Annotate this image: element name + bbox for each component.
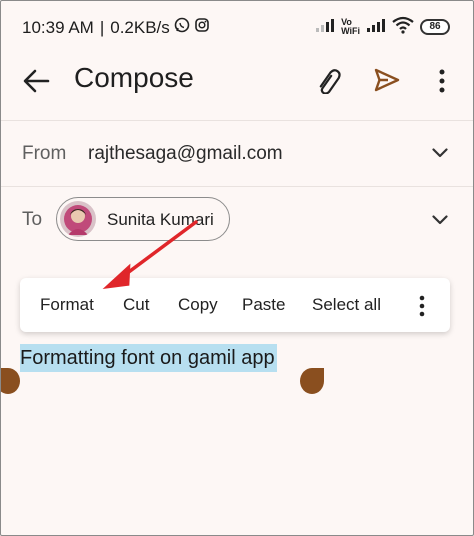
back-button[interactable] bbox=[22, 68, 50, 94]
menu-more-button[interactable] bbox=[417, 295, 427, 317]
selection-handle-start[interactable] bbox=[0, 368, 20, 394]
from-label: From bbox=[22, 143, 67, 164]
status-time: 10:39 AM bbox=[22, 17, 94, 37]
menu-item-format[interactable]: Format bbox=[40, 295, 94, 315]
signal-icon-2 bbox=[366, 17, 386, 38]
text-selection-menu: Format Cut Copy Paste Select all bbox=[20, 278, 450, 332]
send-icon bbox=[374, 68, 400, 92]
menu-item-copy[interactable]: Copy bbox=[178, 295, 218, 315]
avatar bbox=[60, 201, 96, 237]
selection-handle-end[interactable] bbox=[300, 368, 324, 394]
to-label: To bbox=[22, 209, 43, 230]
menu-item-select-all[interactable]: Select all bbox=[312, 295, 381, 315]
battery-indicator: 86 bbox=[420, 19, 450, 35]
more-vertical-icon bbox=[419, 295, 425, 317]
status-left: 10:39 AM | 0.2KB/s bbox=[22, 17, 210, 38]
page-title: Compose bbox=[74, 62, 194, 93]
from-email[interactable]: rajthesaga@gmail.com bbox=[88, 143, 283, 165]
status-network-speed: 0.2KB/s bbox=[110, 17, 170, 37]
status-bar: 10:39 AM | 0.2KB/s Vo WiFi 86 bbox=[0, 0, 474, 54]
paperclip-icon bbox=[319, 69, 341, 95]
arrow-left-icon bbox=[23, 69, 50, 93]
more-options-button[interactable] bbox=[432, 68, 452, 94]
menu-item-paste[interactable]: Paste bbox=[242, 295, 285, 315]
status-separator: | bbox=[99, 17, 105, 37]
signal-icon bbox=[315, 17, 335, 38]
compose-body-selected-text[interactable]: Formatting font on gamil app bbox=[20, 344, 277, 372]
wifi-icon bbox=[392, 16, 414, 39]
recipient-name: Sunita Kumari bbox=[107, 210, 214, 229]
chevron-down-icon[interactable] bbox=[432, 215, 448, 225]
send-button[interactable] bbox=[373, 66, 401, 94]
divider bbox=[0, 120, 474, 121]
vowifi-line2: WiFi bbox=[341, 26, 360, 36]
app-bar: Compose bbox=[0, 56, 474, 104]
status-right: Vo WiFi 86 bbox=[315, 14, 450, 40]
more-vertical-icon bbox=[439, 69, 445, 93]
whatsapp-icon bbox=[174, 17, 190, 38]
attach-button[interactable] bbox=[314, 68, 342, 95]
vowifi-indicator: Vo WiFi bbox=[341, 18, 360, 36]
divider bbox=[0, 186, 474, 187]
chevron-down-icon[interactable] bbox=[432, 148, 448, 158]
menu-item-cut[interactable]: Cut bbox=[123, 295, 149, 315]
recipient-chip[interactable]: Sunita Kumari bbox=[56, 197, 230, 241]
instagram-icon bbox=[194, 17, 210, 38]
